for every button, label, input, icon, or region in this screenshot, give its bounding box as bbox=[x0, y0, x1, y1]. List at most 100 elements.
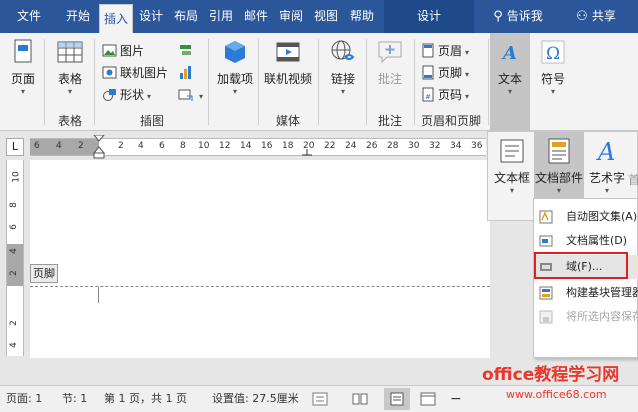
tab-mailings[interactable]: 邮件 bbox=[240, 0, 272, 33]
page-number-button[interactable]: # 页码 ▾ bbox=[420, 85, 469, 105]
ruler-tick: 2 bbox=[118, 141, 124, 151]
horizontal-ruler[interactable]: 6 4 2 2 4 6 8 10 12 14 16 18 20 22 24 26… bbox=[30, 135, 486, 159]
dropcap-button-partial[interactable]: 首 bbox=[628, 170, 638, 190]
menu-item-autotext[interactable]: 自动图文集(A) bbox=[534, 205, 638, 229]
group-separator bbox=[414, 39, 415, 125]
picture-label: 图片 bbox=[120, 44, 145, 58]
pages-button[interactable]: 页面 ▾ bbox=[6, 37, 40, 97]
text-group-button[interactable]: A 文本 ▾ bbox=[490, 33, 530, 131]
group-separator bbox=[318, 39, 319, 125]
video-icon bbox=[276, 42, 300, 62]
footer-button[interactable]: 页脚 ▾ bbox=[420, 63, 469, 83]
shapes-label: 形状 bbox=[120, 88, 145, 102]
building-blocks-icon bbox=[539, 286, 553, 300]
ruler-tick: 2 bbox=[8, 270, 19, 276]
ruler-tick: 10 bbox=[11, 171, 22, 183]
chevron-down-icon: ▾ bbox=[147, 92, 152, 101]
ruler-tick: 4 bbox=[138, 141, 144, 151]
tell-me-label: 告诉我 bbox=[506, 9, 543, 23]
print-layout-icon bbox=[390, 392, 404, 406]
ruler-tick: 2 bbox=[78, 141, 84, 151]
menu-item-document-property[interactable]: 文档属性(D) bbox=[534, 229, 638, 253]
smartart-button[interactable] bbox=[178, 41, 196, 61]
svg-text:A: A bbox=[596, 138, 615, 166]
tab-file[interactable]: 文件 bbox=[6, 0, 52, 33]
ribbon: 页面 ▾ 表格 ▾ 表格 图片 联机图片 形状 ▾ ▾ 插图 加载项 ▾ 联机视频… bbox=[0, 33, 638, 131]
menu-item-label: 构建基块管理器(B) bbox=[566, 286, 638, 299]
ruler-tick: 34 bbox=[450, 141, 462, 151]
ruler-tick: 22 bbox=[324, 141, 336, 151]
page-number-label: 页码 bbox=[438, 88, 463, 102]
chevron-down-icon: ▾ bbox=[550, 87, 555, 96]
web-layout-icon[interactable] bbox=[420, 392, 436, 406]
tab-layout[interactable]: 布局 bbox=[170, 0, 202, 33]
smartart-icon bbox=[180, 45, 191, 55]
menu-item-label: 将所选内容保存到文档部件库(S)... bbox=[566, 310, 638, 323]
ruler-tick: 4 bbox=[8, 248, 19, 254]
table-button[interactable]: 表格 ▾ bbox=[52, 37, 88, 97]
ruler-tick: 6 bbox=[159, 141, 165, 151]
tab-home[interactable]: 开始 bbox=[60, 0, 96, 33]
shapes-icon bbox=[103, 89, 116, 101]
picture-icon bbox=[102, 44, 117, 57]
symbols-button[interactable]: Ω 符号 ▾ bbox=[536, 37, 570, 97]
tab-stop-selector[interactable]: L bbox=[6, 138, 24, 156]
wordart-icon: A bbox=[596, 138, 615, 166]
read-mode-icon[interactable] bbox=[352, 392, 368, 406]
tab-insert[interactable]: 插入 bbox=[99, 4, 133, 33]
quick-parts-button[interactable]: 文档部件 ▾ bbox=[534, 132, 584, 200]
shapes-button[interactable]: 形状 ▾ bbox=[102, 85, 151, 105]
tab-help[interactable]: 帮助 bbox=[345, 0, 379, 33]
status-setting[interactable]: 设置值: 27.5厘米 bbox=[212, 386, 299, 412]
addins-button[interactable]: 加载项 ▾ bbox=[216, 37, 254, 97]
group-label-header-footer: 页眉和页脚 bbox=[420, 114, 481, 128]
ribbon-tab-bar: 文件 开始 插入 设计 布局 引用 邮件 审阅 视图 帮助 设计 ⚲ 告诉我 ⚇ 共… bbox=[0, 0, 638, 33]
accessibility-icon[interactable] bbox=[312, 392, 328, 406]
globe-link-icon bbox=[331, 40, 355, 60]
tab-header-footer-design[interactable]: 设计 bbox=[384, 0, 474, 33]
picture-button[interactable]: 图片 bbox=[102, 41, 144, 61]
text-group-label: 文本 bbox=[497, 72, 522, 86]
tab-view[interactable]: 视图 bbox=[310, 0, 342, 33]
status-page-count[interactable]: 第 1 页，共 1 页 bbox=[104, 386, 187, 412]
ruler-tick: 8 bbox=[180, 141, 186, 151]
menu-item-building-blocks-organizer[interactable]: 构建基块管理器(B) bbox=[534, 281, 638, 305]
screenshot-button[interactable]: ▾ bbox=[178, 85, 203, 105]
online-video-button[interactable]: 联机视频 bbox=[262, 37, 314, 87]
online-picture-button[interactable]: 联机图片 bbox=[102, 63, 168, 83]
tab-references[interactable]: 引用 bbox=[205, 0, 237, 33]
share-button[interactable]: ⚇ 共享 bbox=[566, 0, 626, 33]
chart-button[interactable] bbox=[178, 63, 196, 83]
header-button[interactable]: 页眉 ▾ bbox=[420, 41, 469, 61]
group-label-tables: 表格 bbox=[57, 114, 82, 128]
status-section[interactable]: 节: 1 bbox=[62, 386, 87, 412]
group-label-illustrations: 插图 bbox=[139, 114, 164, 128]
menu-item-save-to-gallery[interactable]: 将所选内容保存到文档部件库(S)... bbox=[534, 305, 638, 329]
lightbulb-icon: ⚲ bbox=[493, 9, 503, 24]
zoom-out-icon[interactable]: − bbox=[450, 386, 462, 412]
tab-design[interactable]: 设计 bbox=[135, 0, 167, 33]
comment-button[interactable]: 批注 bbox=[372, 37, 408, 87]
chevron-down-icon: ▾ bbox=[20, 87, 25, 96]
chevron-down-icon: ▾ bbox=[340, 87, 345, 96]
tab-review[interactable]: 审阅 bbox=[275, 0, 307, 33]
quick-parts-icon bbox=[548, 138, 570, 164]
center-tab-icon[interactable] bbox=[302, 149, 312, 157]
tell-me-button[interactable]: ⚲ 告诉我 bbox=[482, 0, 554, 33]
status-page[interactable]: 页面: 1 bbox=[6, 386, 42, 412]
svg-text:Ω: Ω bbox=[546, 44, 560, 64]
addins-icon bbox=[225, 41, 245, 63]
svg-text:#: # bbox=[425, 93, 431, 101]
print-layout-button[interactable] bbox=[384, 388, 410, 410]
symbols-label: 符号 bbox=[540, 72, 565, 86]
chevron-down-icon: ▾ bbox=[465, 92, 470, 101]
document-page[interactable] bbox=[30, 160, 490, 358]
links-button[interactable]: 链接 ▾ bbox=[324, 37, 362, 97]
watermark-url: www.office68.com bbox=[506, 388, 607, 401]
wordart-button[interactable]: A 艺术字 ▾ bbox=[588, 136, 626, 196]
vertical-ruler[interactable]: 10 8 6 4 2 2 4 bbox=[6, 160, 24, 356]
ruler-margin-left bbox=[30, 139, 99, 155]
indent-marker-icon[interactable] bbox=[93, 135, 105, 159]
chevron-down-icon: ▾ bbox=[507, 87, 512, 96]
textbox-button[interactable]: 文本框 ▾ bbox=[491, 136, 533, 196]
